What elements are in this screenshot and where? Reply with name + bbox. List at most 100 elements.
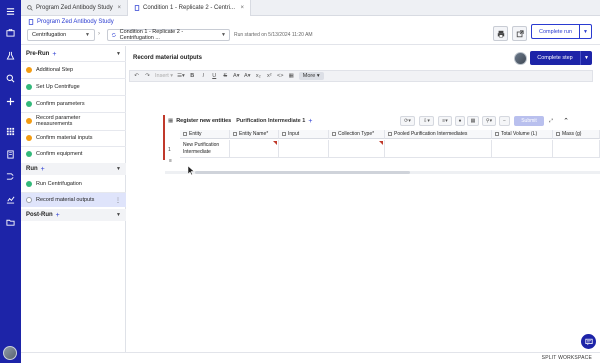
step-select[interactable]: Condition 1 - Replicate 2 - Centrifugati… xyxy=(107,29,230,41)
add-icon[interactable] xyxy=(5,96,16,107)
insert-dropdown[interactable]: Insert ▾ xyxy=(155,72,173,80)
code-icon[interactable]: <> xyxy=(277,72,284,80)
cell-total-volume[interactable] xyxy=(492,140,553,158)
tab-bar: Program Zed Antibody Study × Condition 1… xyxy=(21,0,600,16)
workflow-icon[interactable] xyxy=(5,171,16,182)
superscript-icon[interactable]: x² xyxy=(266,72,273,80)
step-record-parameter-measurements[interactable]: Record parameter measurements xyxy=(21,113,126,129)
subscript-icon[interactable]: x₂ xyxy=(255,72,262,80)
close-icon[interactable]: × xyxy=(240,5,244,11)
bold-icon[interactable]: B xyxy=(189,72,196,80)
cell-entity[interactable]: New Purification Intermediate xyxy=(180,140,230,158)
expand-icon[interactable]: ⤢ xyxy=(546,116,556,126)
columns-dropdown[interactable]: ≡▾ xyxy=(438,116,452,126)
cell-pooled[interactable] xyxy=(385,140,492,158)
tab-condition-run[interactable]: Condition 1 - Replicate 2 - Centri... × xyxy=(127,0,251,16)
step-confirm-material-inputs[interactable]: Confirm material inputs xyxy=(21,131,126,145)
printer-icon xyxy=(497,30,504,37)
step-record-material-outputs[interactable]: Record material outputs ⋮ xyxy=(21,193,126,207)
underline-icon[interactable]: U xyxy=(211,72,218,80)
add-step-icon[interactable]: + xyxy=(41,166,45,173)
cell-entity-name[interactable] xyxy=(230,140,279,158)
horizontal-scrollbar[interactable] xyxy=(165,171,600,174)
assignee-avatar[interactable] xyxy=(514,52,527,65)
required-indicator xyxy=(163,115,165,160)
breadcrumb[interactable]: Program Zed Antibody Study xyxy=(28,19,114,25)
text-color-icon[interactable]: A▾ xyxy=(233,72,240,80)
undo-icon[interactable]: ↶ xyxy=(133,72,140,80)
column-header-collection-type[interactable]: Collection Type* xyxy=(329,130,385,139)
divider xyxy=(21,78,126,79)
tab-program-study[interactable]: Program Zed Antibody Study × xyxy=(21,0,127,16)
folder-icon[interactable] xyxy=(5,217,16,228)
scrollbar-thumb[interactable] xyxy=(195,171,410,174)
split-workspace-label[interactable]: SPLIT WORKSPACE xyxy=(542,355,592,361)
settings-button[interactable]: ● xyxy=(455,116,465,126)
column-header-entity[interactable]: Entity xyxy=(180,130,230,139)
close-icon[interactable]: × xyxy=(117,5,121,11)
more-icon[interactable]: ⋮ xyxy=(115,197,121,204)
submit-button[interactable]: Submit xyxy=(514,116,544,126)
step-run-centrifugation[interactable]: Run Centrifugation xyxy=(21,177,126,191)
menu-icon[interactable] xyxy=(5,6,16,17)
column-header-total-volume[interactable]: Total Volume (L) xyxy=(492,130,553,139)
process-select[interactable]: Centrifugation ▼ xyxy=(27,29,95,41)
export-dropdown[interactable]: ⇩▾ xyxy=(419,116,434,126)
italic-icon[interactable]: I xyxy=(200,72,207,80)
profile-avatar[interactable] xyxy=(3,346,17,360)
briefcase-icon[interactable] xyxy=(5,27,16,38)
chat-button[interactable] xyxy=(581,334,596,349)
table-icon[interactable]: ▦ xyxy=(288,72,295,80)
search-icon[interactable] xyxy=(5,73,16,84)
drag-handle-icon[interactable]: ≡ xyxy=(169,158,172,164)
heading-dropdown-icon[interactable]: ☰▾ xyxy=(177,72,185,80)
cell-input[interactable] xyxy=(279,140,329,158)
grid-view-button[interactable]: ▦ xyxy=(467,116,479,126)
analytics-icon[interactable] xyxy=(5,194,16,205)
step-additional-step[interactable]: Additional Step xyxy=(21,63,126,77)
redo-icon[interactable]: ↷ xyxy=(144,72,151,80)
notebook-icon[interactable] xyxy=(5,149,16,160)
minus-icon: − xyxy=(503,118,506,124)
chevron-up-icon[interactable]: ⌃ xyxy=(561,116,571,126)
chevron-down-icon[interactable]: ▼ xyxy=(580,51,592,65)
chevron-down-icon[interactable]: ▼ xyxy=(116,166,121,172)
column-type-icon xyxy=(282,132,286,136)
column-header-input[interactable]: Input xyxy=(279,130,329,139)
app-root: Program Zed Antibody Study × Condition 1… xyxy=(0,0,600,363)
add-column-icon[interactable]: + xyxy=(308,118,312,125)
chevron-down-icon[interactable]: ▼ xyxy=(116,51,121,57)
options-dropdown[interactable]: ⚲▾ xyxy=(482,116,496,126)
refresh-dropdown[interactable]: ⟳▾ xyxy=(400,116,415,126)
highlight-icon[interactable]: A▾ xyxy=(244,72,251,80)
chevron-down-icon[interactable]: ▼ xyxy=(579,25,591,38)
more-dropdown[interactable]: More ▾ xyxy=(298,72,324,80)
complete-step-button[interactable]: Complete step ▼ xyxy=(530,51,592,65)
column-header-mass[interactable]: Mass (g) xyxy=(553,130,600,139)
cell-collection-type[interactable] xyxy=(329,140,385,158)
step-set-up-centrifuge[interactable]: Set Up Centrifuge xyxy=(21,80,126,94)
status-bar: SPLIT WORKSPACE xyxy=(21,352,600,363)
column-header-pooled[interactable]: Pooled Purification Intermediates xyxy=(385,130,492,139)
complete-run-label: Complete run xyxy=(538,28,573,35)
section-run[interactable]: Run + ▼ xyxy=(21,163,126,175)
cell-value: New Purification Intermediate xyxy=(183,142,220,155)
section-post-run[interactable]: Post-Run + ▼ xyxy=(21,209,126,221)
column-header-entity-name[interactable]: Entity Name* xyxy=(230,130,279,139)
step-confirm-parameters[interactable]: Confirm parameters xyxy=(21,97,126,111)
remove-button[interactable]: − xyxy=(499,116,510,126)
cell-mass[interactable] xyxy=(553,140,600,158)
add-step-icon[interactable]: + xyxy=(56,212,60,219)
grid-icon[interactable] xyxy=(5,126,16,137)
section-pre-run[interactable]: Pre-Run + ▼ xyxy=(21,48,126,60)
open-external-button[interactable] xyxy=(512,26,527,41)
strikethrough-icon[interactable]: S xyxy=(222,72,229,80)
add-step-icon[interactable]: + xyxy=(52,51,56,58)
step-confirm-equipment[interactable]: Confirm equipment xyxy=(21,147,126,161)
complete-run-button[interactable]: Complete run ▼ xyxy=(531,24,592,39)
chevron-right-icon: › xyxy=(98,31,100,37)
flask-icon[interactable] xyxy=(5,50,16,61)
chevron-down-icon[interactable]: ▼ xyxy=(116,212,121,218)
print-button[interactable] xyxy=(493,26,508,41)
column-label: Input xyxy=(288,131,300,137)
